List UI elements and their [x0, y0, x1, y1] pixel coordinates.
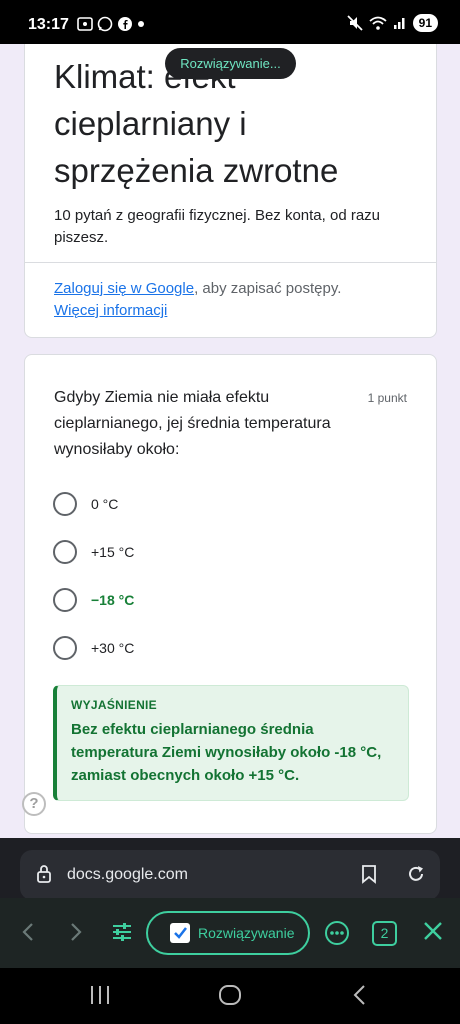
explanation-text: Bez efektu cieplarnianego średnia temper… [71, 721, 382, 784]
checkbox-icon [170, 923, 190, 943]
mute-icon [347, 15, 363, 31]
option-3[interactable]: +30 °C [53, 636, 134, 660]
form-header-card: Klimat: efekt cieplarniany i sprzężenia … [24, 44, 437, 338]
divider [25, 262, 436, 263]
option-0[interactable]: 0 °C [53, 492, 118, 516]
bookmark-icon[interactable] [360, 864, 378, 884]
login-suffix: , aby zapisać postępy. [194, 280, 342, 297]
tab-count-button[interactable]: 2 [372, 921, 397, 946]
forward-icon[interactable] [66, 920, 86, 944]
url-text[interactable]: docs.google.com [67, 866, 188, 884]
home-icon[interactable] [218, 984, 242, 1006]
solving-button[interactable]: Rozwiązywanie [146, 911, 310, 955]
screenshot-icon [77, 17, 93, 31]
option-label: +15 °C [91, 544, 135, 560]
lock-icon [37, 865, 51, 883]
question-card: Gdyby Ziemia nie miała efektu cieplarnia… [24, 354, 437, 834]
close-icon[interactable] [422, 920, 444, 942]
status-bar: 13:17 91 [0, 0, 460, 44]
back-icon[interactable] [18, 920, 38, 944]
more-info-link[interactable]: Więcej informacji [54, 302, 167, 319]
system-icons: 91 [347, 14, 438, 32]
browser-toolbar: Rozwiązywanie 2 [0, 898, 460, 968]
browser-bar: docs.google.com [0, 838, 460, 900]
address-bar[interactable]: docs.google.com [20, 850, 440, 900]
form-page[interactable]: Klimat: efekt cieplarniany i sprzężenia … [0, 44, 460, 838]
help-icon[interactable]: ? [22, 792, 46, 816]
facebook-icon [118, 17, 132, 31]
radio-button[interactable] [53, 540, 77, 564]
dot-icon [138, 21, 144, 27]
explanation-box: WYJAŚNIENIE Bez efektu cieplarnianego śr… [53, 685, 409, 801]
whatsapp-icon [97, 16, 113, 32]
solving-toast: Rozwiązywanie... [165, 48, 296, 79]
notification-icons [77, 16, 145, 32]
reload-icon[interactable] [406, 864, 426, 884]
option-2-correct[interactable]: −18 °C [53, 588, 134, 612]
battery-indicator: 91 [412, 14, 438, 32]
option-label: −18 °C [91, 592, 135, 608]
radio-button[interactable] [53, 588, 77, 612]
question-text: Gdyby Ziemia nie miała efektu cieplarnia… [54, 389, 331, 458]
back-nav-icon[interactable] [350, 984, 370, 1006]
option-1[interactable]: +15 °C [53, 540, 134, 564]
settings-sliders-icon[interactable] [110, 920, 134, 944]
question-points: 1 punkt [367, 391, 407, 405]
form-description: 10 pytań z geografii fizycznej. Bez kont… [54, 207, 381, 246]
recent-apps-icon[interactable] [88, 984, 112, 1006]
signal-icon [393, 18, 405, 29]
system-nav-bar [0, 968, 460, 1024]
option-label: 0 °C [91, 496, 119, 512]
option-label: +30 °C [91, 640, 135, 656]
radio-button[interactable] [53, 492, 77, 516]
solving-label: Rozwiązywanie [198, 925, 295, 941]
login-prompt: Zaloguj się w Google, aby zapisać postęp… [54, 278, 424, 322]
radio-button[interactable] [53, 636, 77, 660]
wifi-icon [369, 16, 387, 30]
explanation-title: WYJAŚNIENIE [71, 698, 157, 712]
google-login-link[interactable]: Zaloguj się w Google [54, 280, 194, 297]
status-time: 13:17 [28, 16, 69, 33]
more-options-icon[interactable] [324, 920, 350, 946]
